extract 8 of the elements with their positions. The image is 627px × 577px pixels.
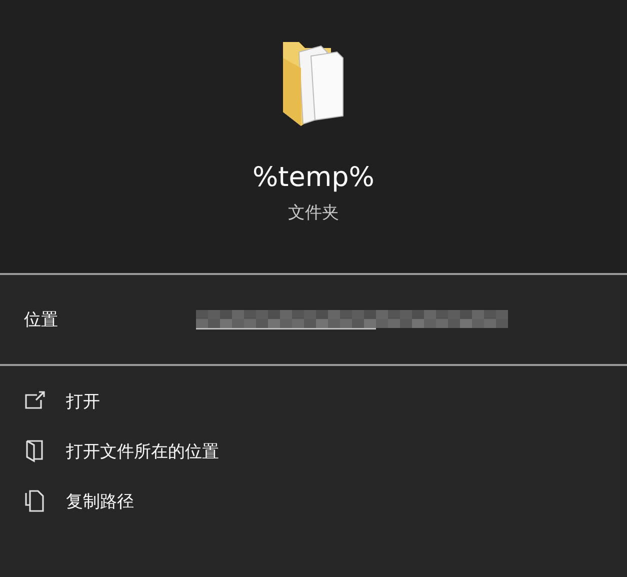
folder-location-icon bbox=[24, 439, 46, 463]
item-name: %temp% bbox=[252, 162, 374, 193]
item-type: 文件夹 bbox=[288, 202, 339, 224]
copy-icon bbox=[24, 489, 46, 513]
action-item[interactable]: 复制路径 bbox=[24, 488, 627, 514]
detail-label: 位置 bbox=[24, 309, 59, 331]
action-item[interactable]: 打开文件所在的位置 bbox=[24, 438, 627, 464]
action-item[interactable]: 打开 bbox=[24, 388, 627, 414]
